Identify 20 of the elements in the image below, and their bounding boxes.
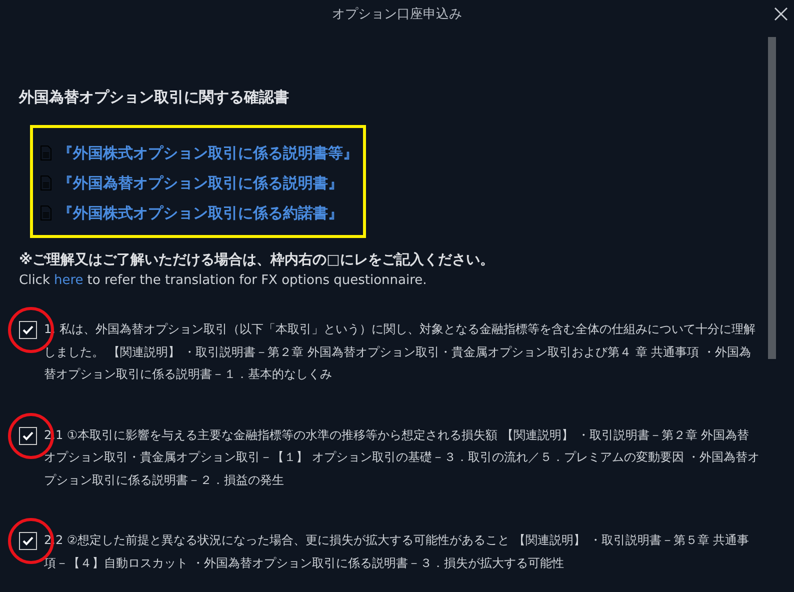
here-link[interactable]: here [54,273,84,288]
close-icon[interactable] [774,7,788,21]
note-text: Click [19,273,50,288]
section-heading: 外国為替オプション取引に関する確認書 [19,88,290,107]
document-icon [40,145,52,161]
checkbox[interactable] [19,321,37,339]
window-title: オプション口座申込み [332,6,462,23]
note-text: to refer the translation for FX options questionnaire. [87,273,427,288]
document-link[interactable]: 『外国株式オプション取引に係る説明書等』 [58,144,358,162]
document-icon [40,205,52,221]
check-icon [22,430,34,440]
notice-text: ※ご理解又はご了解いただける場合は、枠内右の□にレをご記入ください。 [19,251,495,269]
checkbox[interactable] [19,426,37,444]
check-icon [22,536,34,546]
document-link[interactable]: 『外国為替オプション取引に係る説明書』 [58,174,343,192]
scrollbar-thumb[interactable] [768,37,776,359]
document-link[interactable]: 『外国株式オプション取引に係る約諾書』 [58,204,343,222]
checkbox[interactable] [19,532,37,550]
document-icon [40,175,52,191]
check-icon [22,325,34,335]
